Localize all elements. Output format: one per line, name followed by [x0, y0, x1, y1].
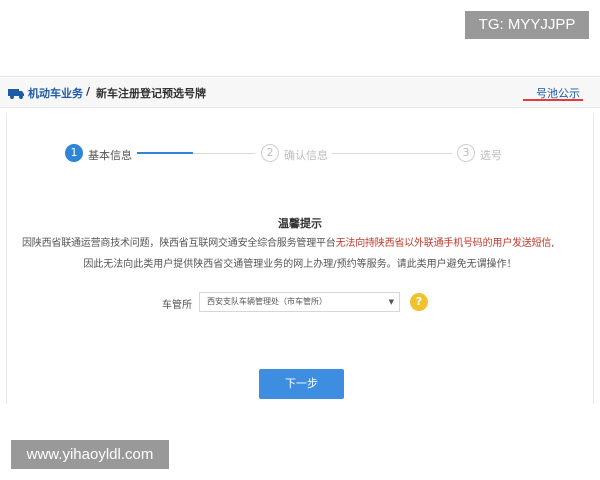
help-icon[interactable]: ?: [410, 293, 428, 311]
notice-title: 温馨提示: [278, 217, 322, 230]
next-button[interactable]: 下一步: [259, 369, 344, 399]
step-3-circle: 3: [457, 144, 475, 162]
notice-line-1-prefix: 因陕西省联通运营商技术问题，陕西省互联网交通安全综合服务管理平台: [22, 238, 336, 249]
chevron-down-icon: ▼: [388, 298, 394, 306]
step-2-circle: 2: [261, 144, 279, 162]
office-select[interactable]: 西安支队车辆管理处（市车管所） ▼: [199, 292, 400, 312]
notice-line-1-highlight: 无法向持陕西省以外联通手机号码的用户发送短信: [335, 238, 552, 249]
step-3-label: 选号: [480, 149, 502, 162]
notice-line-1-suffix: ,: [551, 238, 555, 249]
breadcrumb-separator: /: [86, 85, 91, 98]
step-1-label: 基本信息: [88, 149, 132, 162]
office-select-value: 西安支队车辆管理处（市车管所）: [207, 297, 327, 306]
page-header: 机动车业务 / 新车注册登记预选号牌 号池公示: [0, 78, 600, 108]
watermark-top: TG: MYYJJPP: [465, 11, 589, 39]
notice-line-2: 因此无法向此类用户提供陕西省交通管理业务的网上办理/预约等服务。请此类用户避免无…: [83, 259, 517, 270]
step-1-circle: 1: [65, 144, 83, 162]
office-label: 车管所: [162, 300, 192, 311]
car-icon: [8, 89, 24, 99]
step-2-label: 确认信息: [284, 149, 328, 162]
step-line-2: [332, 153, 452, 154]
notice-line-1: 因陕西省联通运营商技术问题，陕西省互联网交通安全综合服务管理平台无法向持陕西省以…: [22, 234, 582, 249]
pool-link-underline: [523, 99, 583, 101]
step-line-1: [193, 153, 255, 154]
page-title: 新车注册登记预选号牌: [96, 87, 206, 100]
breadcrumb-section[interactable]: 机动车业务: [28, 85, 83, 101]
top-divider: [0, 76, 600, 77]
watermark-bottom: www.yihaoyldl.com: [11, 440, 169, 469]
step-progress-line: [137, 152, 193, 154]
